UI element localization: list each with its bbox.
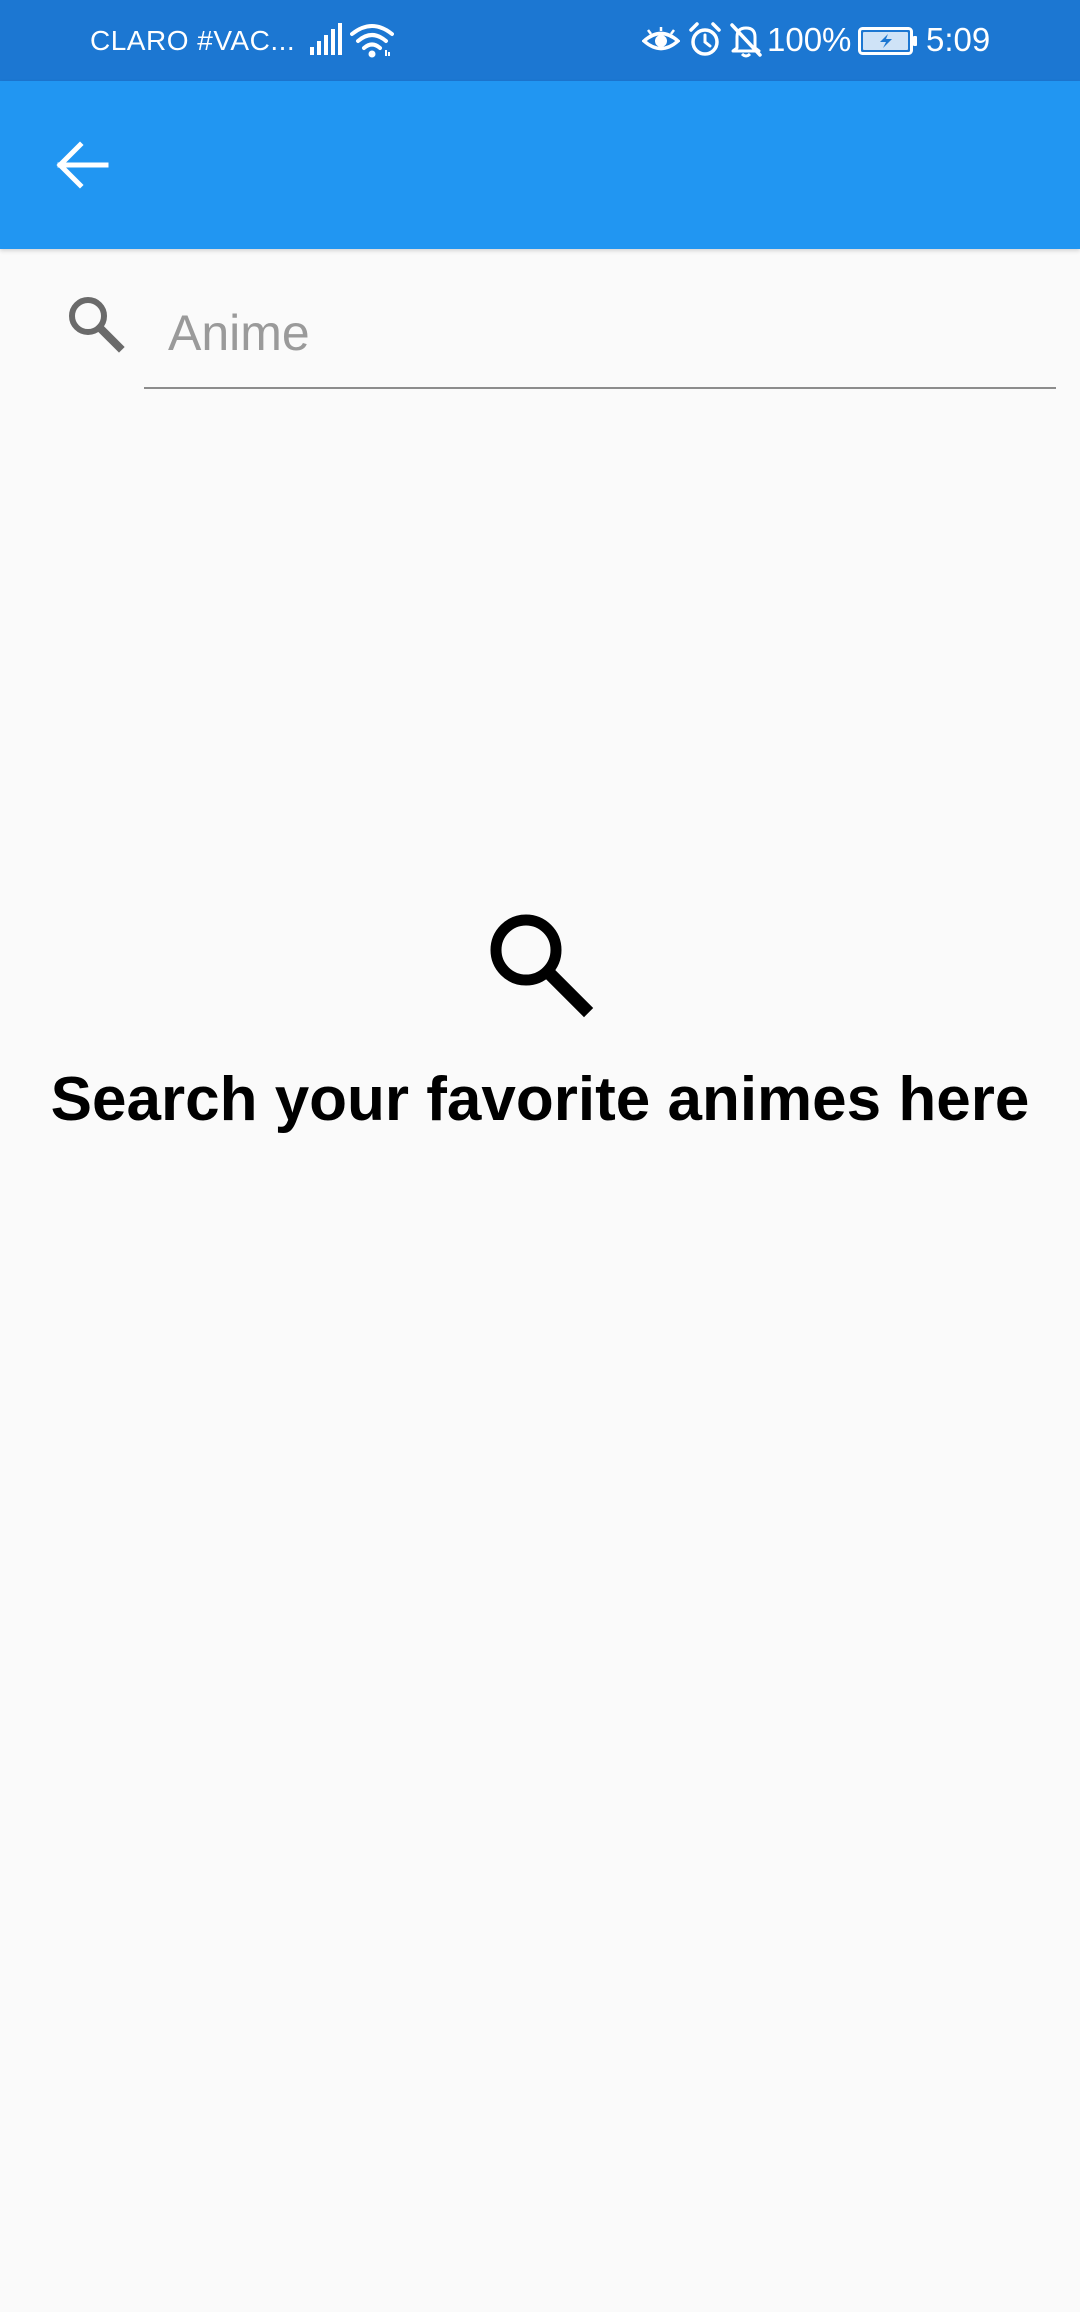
battery-percent: 100% — [767, 21, 852, 58]
back-button[interactable] — [34, 117, 130, 213]
app-screen: CLARO #VAC... 100% 5:09 Anime Search you… — [0, 0, 1080, 2312]
mute-icon — [730, 23, 762, 58]
carrier-name: CLARO #VAC... — [90, 25, 296, 56]
status-bar: CLARO #VAC... 100% 5:09 — [0, 0, 1080, 81]
app-bar — [0, 81, 1080, 249]
search-bar — [0, 249, 1080, 393]
wifi-icon — [350, 24, 394, 58]
signal-icon — [310, 23, 342, 55]
search-input[interactable] — [144, 279, 1056, 389]
battery-icon — [858, 27, 917, 55]
eye-icon — [642, 27, 680, 51]
clock-time: 5:09 — [926, 21, 991, 58]
search-icon — [490, 914, 594, 1018]
alarm-icon — [689, 22, 721, 56]
arrow-back-icon — [56, 141, 109, 189]
empty-state-message: Search your favorite animes here — [50, 1065, 1030, 1134]
search-icon — [69, 297, 125, 353]
